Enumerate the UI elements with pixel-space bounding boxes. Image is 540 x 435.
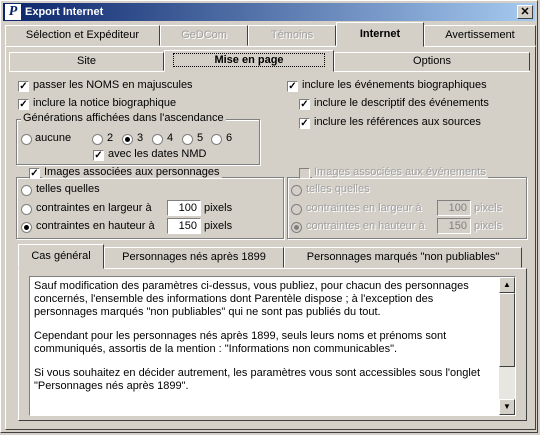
source-refs-label: inclure les références aux sources [314,116,481,128]
gen-label-aucune: aucune [35,132,72,144]
scroll-up-button[interactable]: ▲ [499,277,515,293]
person-img-label-as-is: telles quelles [36,183,100,195]
info-text: Sauf modification des paramètres ci-dess… [34,280,496,404]
info-paragraph-2: Cependant pour les personnages nés après… [34,330,447,355]
bottom-tab-label: Cas général [31,250,91,262]
gen-label-6: 6 [226,132,233,144]
person-img-width-unit: pixels [204,202,233,214]
bottom-tab-cas-general[interactable]: Cas général [18,244,104,269]
bottom-tab-nes-apres-1899[interactable]: Personnages nés après 1899 [104,247,284,268]
tab-internet[interactable]: Internet [336,22,424,47]
upper-names-checkbox[interactable]: ✓ [18,81,29,92]
gen-radio-2[interactable] [92,134,103,145]
tab-label: Sélection et Expéditeur [25,29,140,41]
scroll-up-icon: ▲ [503,280,511,289]
gen-radio-4[interactable] [152,134,163,145]
info-textarea[interactable]: Sauf modification des paramètres ci-dess… [29,276,516,416]
gen-label-3: 3 [137,132,144,144]
event-img-width-field[interactable]: 100 [437,200,471,216]
person-images-title: Images associées aux personnages [42,166,222,178]
person-img-radio-height[interactable] [21,222,32,233]
tab-label: Internet [359,28,401,40]
event-images-checkbox[interactable] [299,168,310,179]
close-button[interactable]: ✕ [517,5,533,19]
event-images-title: Images associées aux événements [312,166,488,178]
gen-radio-aucune[interactable] [21,134,32,145]
gen-radio-3[interactable] [122,134,133,145]
person-images-checkbox[interactable]: ✓ [29,168,40,179]
subtab-label: Options [413,55,451,67]
subtab-label: Site [77,55,96,67]
gen-label-4: 4 [167,132,174,144]
gen-label-2: 2 [107,132,114,144]
event-img-label-as-is: telles quelles [306,183,370,195]
event-img-label-height: contraintes en hauteur à [306,220,425,232]
subtab-label: Mise en page [173,53,325,67]
nmd-checkbox[interactable]: ✓ [93,150,104,161]
bio-note-label: inclure la notice biographique [33,97,177,109]
person-img-radio-as-is[interactable] [21,185,32,196]
title-bar[interactable]: P Export Internet ✕ [3,3,535,21]
person-img-height-unit: pixels [204,220,233,232]
scroll-down-icon: ▼ [503,402,511,411]
internet-panel: Site Mise en page Options ✓ passer les N… [5,46,536,430]
person-img-radio-width[interactable] [21,204,32,215]
tab-label: Avertissement [445,29,515,41]
info-panel: Sauf modification des paramètres ci-dess… [18,268,527,421]
upper-names-label: passer les NOMS en majuscules [33,79,193,91]
tab-temoins[interactable]: Témoins [248,25,336,46]
vertical-scrollbar[interactable]: ▲ ▼ [499,277,515,415]
bio-note-checkbox[interactable]: ✓ [18,99,29,110]
person-img-label-width: contraintes en largeur à [36,202,152,214]
bottom-tab-label: Personnages marqués "non publiables" [306,251,500,263]
subtab-options[interactable]: Options [334,52,530,71]
scroll-down-button[interactable]: ▼ [499,399,515,415]
tab-label: Témoins [270,29,314,41]
person-img-width-field[interactable]: 100 [167,200,201,216]
tab-label: GeDCom [181,29,227,41]
subtab-site[interactable]: Site [9,52,164,71]
gen-radio-5[interactable] [182,134,193,145]
export-internet-window: P Export Internet ✕ Sélection et Expédit… [0,0,538,433]
event-img-radio-width[interactable] [291,204,302,215]
bio-events-label: inclure les événements biographiques [302,79,487,91]
tab-selection-expediteur[interactable]: Sélection et Expéditeur [5,25,160,46]
event-img-radio-as-is[interactable] [291,185,302,196]
event-img-height-field[interactable]: 150 [437,218,471,234]
app-icon: P [5,4,21,20]
source-refs-checkbox[interactable]: ✓ [299,118,310,129]
event-desc-checkbox[interactable]: ✓ [299,99,310,110]
event-desc-label: inclure le descriptif des événements [314,97,489,109]
event-img-height-unit: pixels [474,220,503,232]
person-img-height-field[interactable]: 150 [167,218,201,234]
bottom-tab-non-publiables[interactable]: Personnages marqués "non publiables" [284,247,522,268]
tab-avertissement[interactable]: Avertissement [424,25,536,46]
person-img-label-height: contraintes en hauteur à [36,220,155,232]
nmd-label: avec les dates NMD [108,148,207,160]
window-title: Export Internet [25,6,104,18]
generations-title: Générations affichées dans l'ascendance [21,112,226,124]
info-paragraph-3: Si vous souhaitez en décider autrement, … [34,367,481,392]
close-icon: ✕ [520,6,530,18]
gen-radio-6[interactable] [211,134,222,145]
bottom-tab-label: Personnages nés après 1899 [122,251,266,263]
event-img-width-unit: pixels [474,202,503,214]
tab-gedcom[interactable]: GeDCom [160,25,248,46]
event-img-radio-height[interactable] [291,222,302,233]
event-img-label-width: contraintes en largeur à [306,202,422,214]
scroll-thumb[interactable] [499,293,515,367]
gen-label-5: 5 [197,132,204,144]
subtab-mise-en-page[interactable]: Mise en page [164,50,334,72]
info-paragraph-1: Sauf modification des paramètres ci-dess… [34,280,469,318]
bio-events-checkbox[interactable]: ✓ [287,81,298,92]
